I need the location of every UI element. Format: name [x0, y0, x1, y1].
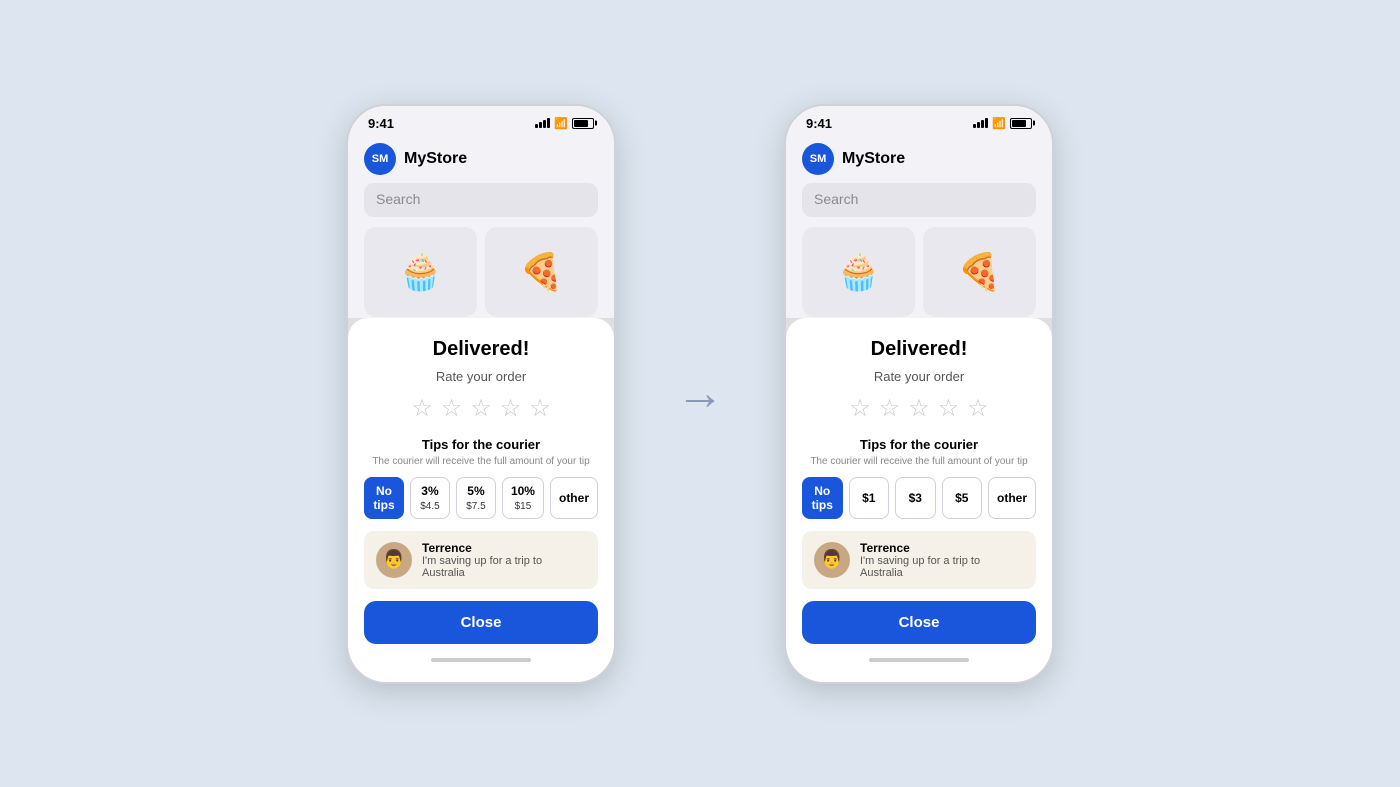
star-4-left[interactable]: ☆	[500, 394, 522, 423]
courier-msg-right: 👨 Terrence I'm saving up for a trip to A…	[802, 531, 1036, 589]
tips-buttons-left: No tips 3% $4.5 5% $7.5 10% $15	[364, 477, 598, 519]
courier-info-left: Terrence I'm saving up for a trip to Aus…	[422, 541, 586, 579]
search-placeholder-right: Search	[814, 191, 858, 207]
courier-avatar-right: 👨	[814, 542, 850, 578]
tips-subtitle-left: The courier will receive the full amount…	[364, 456, 598, 467]
tip-other-left[interactable]: other	[550, 477, 598, 519]
tip-10-left[interactable]: 10% $15	[502, 477, 544, 519]
close-button-left[interactable]: Close	[364, 601, 598, 644]
product-cupcake-left[interactable]: 🧁	[364, 227, 477, 317]
product-row-right: 🧁 🍕	[786, 227, 1052, 317]
signal-icon	[535, 118, 550, 128]
status-icons-left: 📶	[535, 117, 594, 130]
modal-title-right: Delivered!	[802, 338, 1036, 361]
tip-no-tips-left[interactable]: No tips	[364, 477, 404, 519]
battery-icon	[572, 118, 594, 129]
app-title-left: MyStore	[404, 150, 467, 168]
stars-row-left: ☆ ☆ ☆ ☆ ☆	[364, 394, 598, 423]
avatar-left[interactable]: SM	[364, 143, 396, 175]
modal-title-left: Delivered!	[364, 338, 598, 361]
time-right: 9:41	[806, 116, 832, 131]
product-pizza-left[interactable]: 🍕	[485, 227, 598, 317]
tip-no-tips-right[interactable]: No tips	[802, 477, 843, 519]
search-bar-right[interactable]: Search	[802, 183, 1036, 217]
courier-avatar-left: 👨	[376, 542, 412, 578]
arrow-container: →	[676, 366, 724, 421]
star-1-right[interactable]: ☆	[849, 394, 871, 423]
tips-title-left: Tips for the courier	[364, 437, 598, 452]
courier-name-right: Terrence	[860, 541, 1024, 555]
home-bar-left	[431, 658, 531, 662]
app-header-right: SM MyStore	[786, 135, 1052, 183]
app-title-right: MyStore	[842, 150, 905, 168]
star-2-right[interactable]: ☆	[879, 394, 901, 423]
courier-info-right: Terrence I'm saving up for a trip to Aus…	[860, 541, 1024, 579]
tip-5-left[interactable]: 5% $7.5	[456, 477, 496, 519]
modal-right: Delivered! Rate your order ☆ ☆ ☆ ☆ ☆ Tip…	[786, 318, 1052, 682]
star-4-right[interactable]: ☆	[938, 394, 960, 423]
star-2-left[interactable]: ☆	[441, 394, 463, 423]
battery-icon-right	[1010, 118, 1032, 129]
comparison-layout: 9:41 📶 SM MyStore Search	[346, 104, 1054, 684]
tip-3-right[interactable]: $3	[895, 477, 936, 519]
search-bar-left[interactable]: Search	[364, 183, 598, 217]
modal-overlay-right: Delivered! Rate your order ☆ ☆ ☆ ☆ ☆ Tip…	[786, 318, 1052, 682]
wifi-icon-right: 📶	[992, 117, 1006, 130]
modal-left: Delivered! Rate your order ☆ ☆ ☆ ☆ ☆ Tip…	[348, 318, 614, 682]
status-icons-right: 📶	[973, 117, 1032, 130]
phone-before: 9:41 📶 SM MyStore Search	[346, 104, 616, 684]
tips-title-right: Tips for the courier	[802, 437, 1036, 452]
signal-icon-right	[973, 118, 988, 128]
phone-after: 9:41 📶 SM MyStore Search	[784, 104, 1054, 684]
courier-text-left: I'm saving up for a trip to Australia	[422, 555, 586, 579]
star-5-right[interactable]: ☆	[967, 394, 989, 423]
tip-5-right[interactable]: $5	[942, 477, 983, 519]
tip-other-right[interactable]: other	[988, 477, 1036, 519]
modal-subtitle-right: Rate your order	[802, 369, 1036, 384]
modal-subtitle-left: Rate your order	[364, 369, 598, 384]
wifi-icon: 📶	[554, 117, 568, 130]
star-5-left[interactable]: ☆	[529, 394, 551, 423]
product-pizza-right[interactable]: 🍕	[923, 227, 1036, 317]
home-indicator-left	[364, 652, 598, 666]
status-bar-right: 9:41 📶	[786, 106, 1052, 135]
status-bar-left: 9:41 📶	[348, 106, 614, 135]
courier-msg-left: 👨 Terrence I'm saving up for a trip to A…	[364, 531, 598, 589]
time-left: 9:41	[368, 116, 394, 131]
modal-overlay-left: Delivered! Rate your order ☆ ☆ ☆ ☆ ☆ Tip…	[348, 318, 614, 682]
star-3-right[interactable]: ☆	[908, 394, 930, 423]
tips-subtitle-right: The courier will receive the full amount…	[802, 456, 1036, 467]
product-cupcake-right[interactable]: 🧁	[802, 227, 915, 317]
search-placeholder-left: Search	[376, 191, 420, 207]
close-button-right[interactable]: Close	[802, 601, 1036, 644]
app-header-left: SM MyStore	[348, 135, 614, 183]
tips-buttons-right: No tips $1 $3 $5 other	[802, 477, 1036, 519]
home-bar-right	[869, 658, 969, 662]
arrow-icon: →	[676, 366, 724, 421]
star-3-left[interactable]: ☆	[470, 394, 492, 423]
avatar-right[interactable]: SM	[802, 143, 834, 175]
tip-1-right[interactable]: $1	[849, 477, 890, 519]
star-1-left[interactable]: ☆	[411, 394, 433, 423]
product-row-left: 🧁 🍕	[348, 227, 614, 317]
tip-3-left[interactable]: 3% $4.5	[410, 477, 450, 519]
home-indicator-right	[802, 652, 1036, 666]
courier-text-right: I'm saving up for a trip to Australia	[860, 555, 1024, 579]
stars-row-right: ☆ ☆ ☆ ☆ ☆	[802, 394, 1036, 423]
courier-name-left: Terrence	[422, 541, 586, 555]
